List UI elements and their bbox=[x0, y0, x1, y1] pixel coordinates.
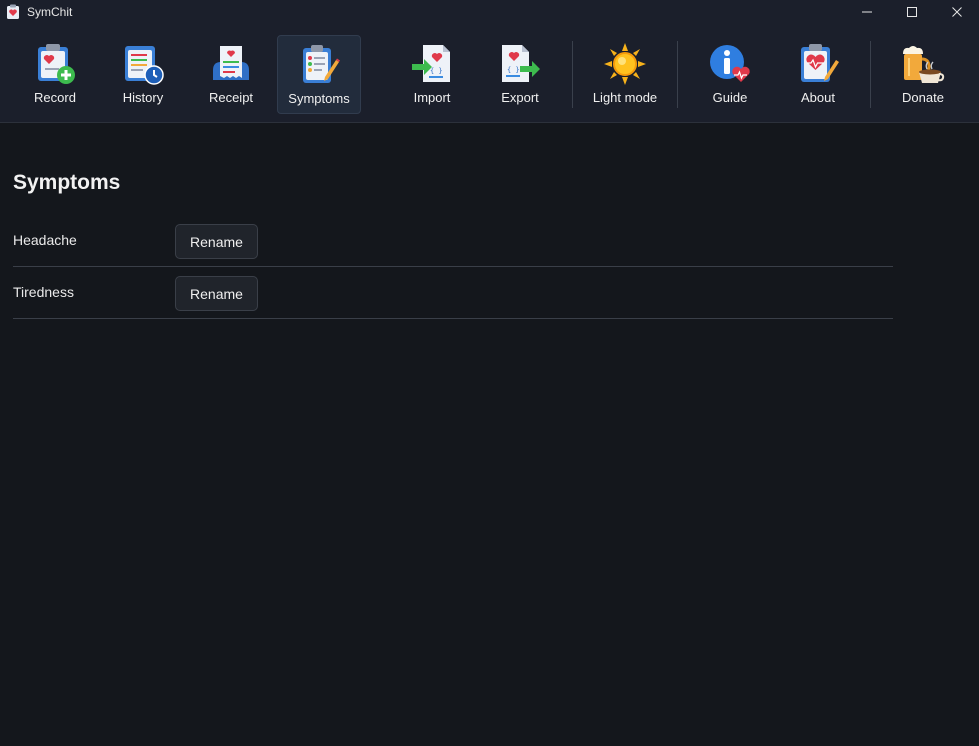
info-heart-icon bbox=[710, 45, 750, 82]
symptom-row: Tiredness Rename bbox=[13, 267, 893, 319]
svg-text:{ }: { } bbox=[507, 66, 520, 74]
toolbar-light-mode-button[interactable]: Light mode bbox=[583, 35, 667, 114]
clipboard-heart-icon bbox=[801, 44, 839, 82]
toolbar-separator bbox=[870, 41, 871, 108]
toolbar-import-button[interactable]: { } Import bbox=[390, 35, 474, 114]
maximize-button[interactable] bbox=[889, 0, 935, 24]
toolbar-label: Record bbox=[34, 90, 76, 105]
rename-button[interactable]: Rename bbox=[175, 224, 258, 259]
symptom-name: Headache bbox=[13, 232, 77, 248]
toolbar-separator bbox=[677, 41, 678, 108]
toolbar-label: Symptoms bbox=[288, 91, 350, 106]
toolbar-record-button[interactable]: Record bbox=[13, 35, 97, 114]
toolbar-label: Export bbox=[501, 90, 539, 105]
symptom-name: Tiredness bbox=[13, 284, 74, 300]
minimize-icon bbox=[862, 11, 872, 13]
toolbar-label: History bbox=[122, 90, 164, 105]
toolbar-label: Receipt bbox=[208, 90, 254, 105]
toolbar-receipt-button[interactable]: Receipt bbox=[189, 35, 273, 114]
title-bar: SymChit bbox=[0, 0, 979, 24]
close-button[interactable] bbox=[934, 0, 979, 24]
maximize-icon bbox=[907, 7, 917, 17]
toolbar-donate-button[interactable]: Donate bbox=[881, 35, 965, 114]
toolbar-separator bbox=[572, 41, 573, 108]
json-export-icon: { } bbox=[502, 45, 540, 82]
main-toolbar: Record History Receipt Symptoms {} Impo… bbox=[0, 24, 979, 123]
receipt-icon bbox=[213, 46, 249, 80]
toolbar-label: About bbox=[801, 90, 835, 105]
page-title: Symptoms bbox=[13, 171, 121, 194]
toolbar-label: Donate bbox=[902, 90, 944, 105]
clipboard-checklist-icon bbox=[303, 45, 340, 83]
toolbar-export-button[interactable]: { } Export bbox=[478, 35, 562, 114]
toolbar-history-button[interactable]: History bbox=[101, 35, 185, 114]
window-title: SymChit bbox=[27, 5, 73, 19]
toolbar-about-button[interactable]: About bbox=[776, 35, 860, 114]
beer-coffee-icon bbox=[903, 46, 945, 83]
toolbar-label: Light mode bbox=[592, 90, 658, 105]
sun-icon bbox=[604, 43, 646, 85]
clipboard-plus-icon bbox=[38, 44, 75, 84]
minimize-button[interactable] bbox=[844, 0, 890, 24]
app-logo-icon bbox=[7, 4, 19, 19]
symptom-row: Headache Rename bbox=[13, 215, 893, 267]
svg-text:{ }: { } bbox=[430, 67, 443, 75]
toolbar-label: Import bbox=[413, 90, 451, 105]
toolbar-guide-button[interactable]: Guide bbox=[688, 35, 772, 114]
clipboard-clock-icon bbox=[125, 46, 164, 85]
json-import-icon: { } bbox=[412, 45, 450, 82]
rename-button[interactable]: Rename bbox=[175, 276, 258, 311]
toolbar-symptoms-button[interactable]: Symptoms bbox=[277, 35, 361, 114]
close-icon bbox=[952, 7, 962, 17]
toolbar-label: Guide bbox=[712, 90, 748, 105]
